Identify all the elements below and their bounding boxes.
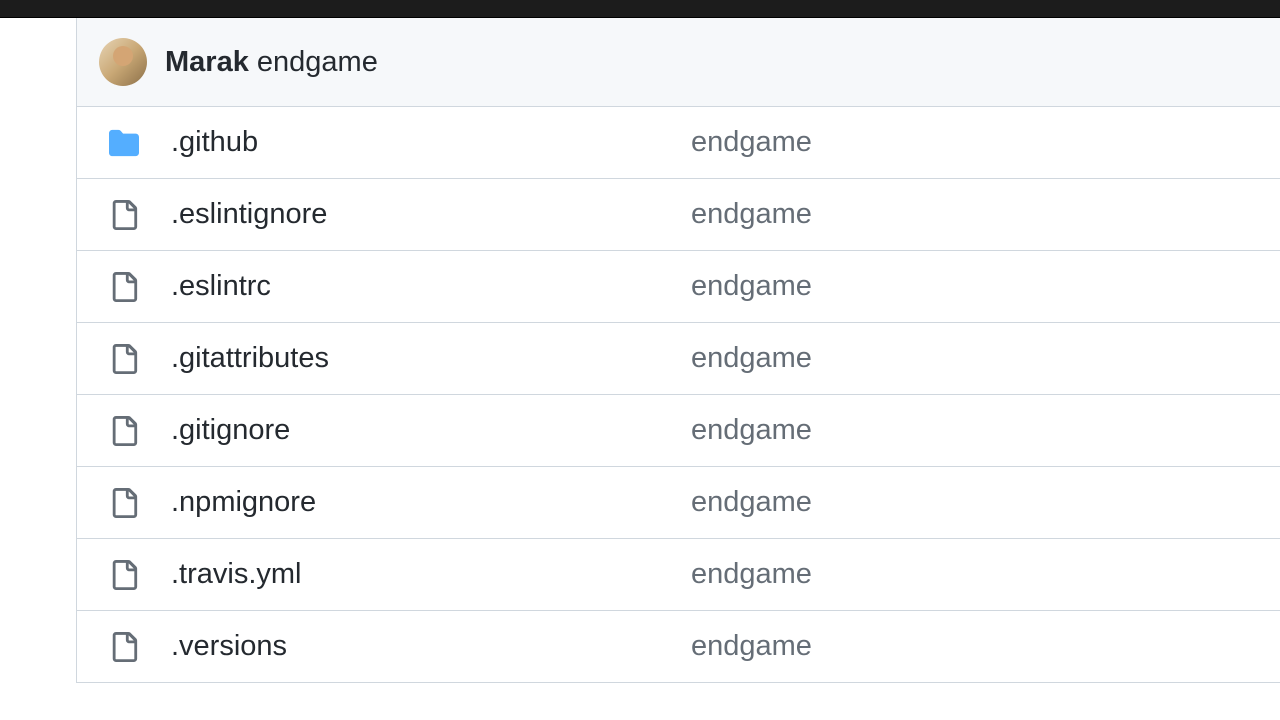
file-commit-message[interactable]: endgame: [691, 630, 812, 663]
commit-summary: Marak endgame: [165, 46, 378, 79]
commit-author[interactable]: Marak: [165, 46, 249, 78]
file-name-link[interactable]: .eslintrc: [171, 270, 691, 303]
file-commit-message[interactable]: endgame: [691, 558, 812, 591]
file-icon: [109, 632, 171, 662]
repo-file-browser: Marak endgame .githubendgame.eslintignor…: [0, 18, 1280, 683]
file-commit-message[interactable]: endgame: [691, 414, 812, 447]
file-name-link[interactable]: .eslintignore: [171, 198, 691, 231]
commit-message[interactable]: endgame: [257, 46, 378, 78]
folder-icon: [109, 128, 171, 158]
file-name-link[interactable]: .travis.yml: [171, 558, 691, 591]
file-commit-message[interactable]: endgame: [691, 198, 812, 231]
file-icon: [109, 416, 171, 446]
file-name-link[interactable]: .gitattributes: [171, 342, 691, 375]
file-row: .githubendgame: [77, 107, 1280, 179]
file-name-link[interactable]: .github: [171, 126, 691, 159]
file-icon: [109, 344, 171, 374]
avatar[interactable]: [99, 38, 147, 86]
file-row: .gitattributesendgame: [77, 323, 1280, 395]
file-name-link[interactable]: .gitignore: [171, 414, 691, 447]
file-commit-message[interactable]: endgame: [691, 270, 812, 303]
browser-chrome-bar: [0, 0, 1280, 18]
file-icon: [109, 200, 171, 230]
file-row: .versionsendgame: [77, 611, 1280, 683]
latest-commit-header[interactable]: Marak endgame: [76, 18, 1280, 107]
file-icon: [109, 272, 171, 302]
file-icon: [109, 560, 171, 590]
file-row: .eslintrcendgame: [77, 251, 1280, 323]
file-row: .travis.ymlendgame: [77, 539, 1280, 611]
file-name-link[interactable]: .versions: [171, 630, 691, 663]
file-list: .githubendgame.eslintignoreendgame.eslin…: [76, 107, 1280, 683]
file-row: .gitignoreendgame: [77, 395, 1280, 467]
file-row: .npmignoreendgame: [77, 467, 1280, 539]
file-commit-message[interactable]: endgame: [691, 126, 812, 159]
file-commit-message[interactable]: endgame: [691, 486, 812, 519]
file-name-link[interactable]: .npmignore: [171, 486, 691, 519]
file-commit-message[interactable]: endgame: [691, 342, 812, 375]
file-icon: [109, 488, 171, 518]
file-row: .eslintignoreendgame: [77, 179, 1280, 251]
